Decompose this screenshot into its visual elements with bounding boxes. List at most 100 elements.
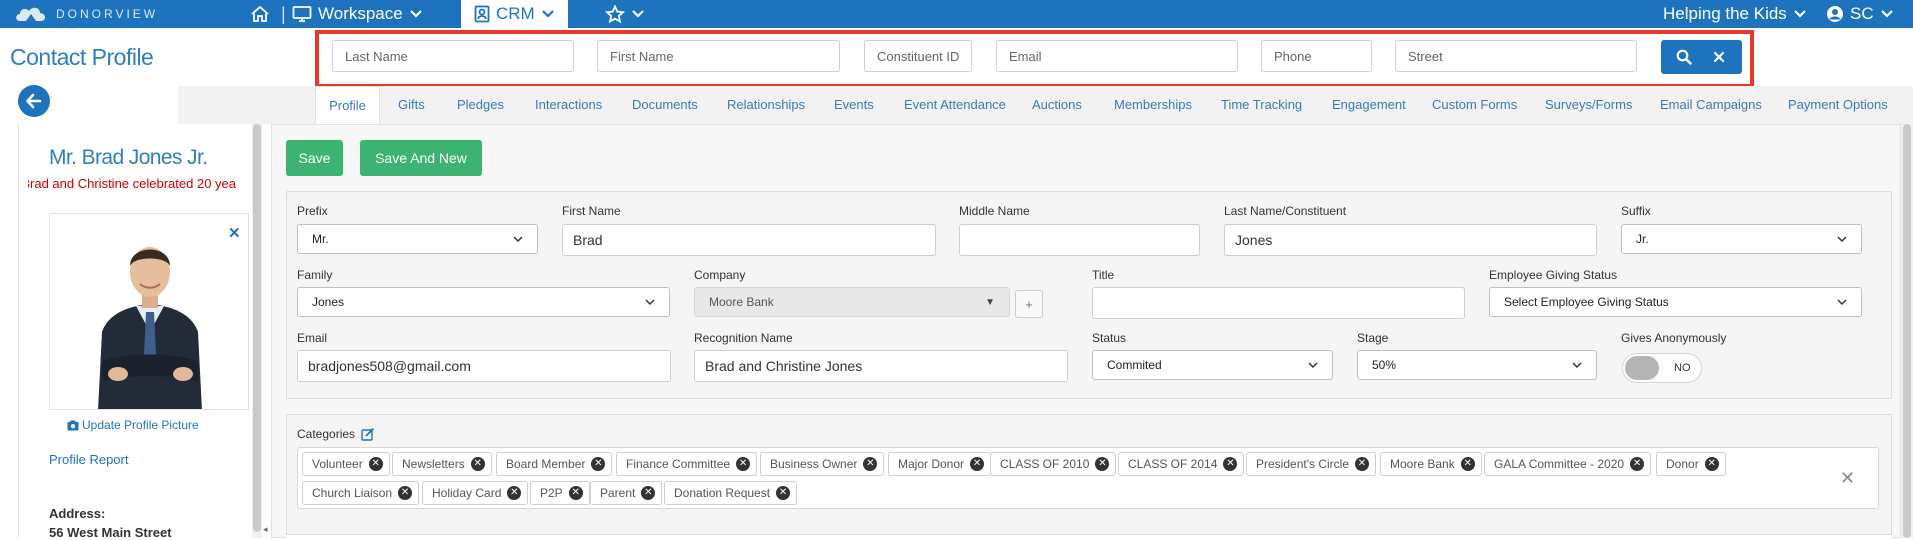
employee-giving-select[interactable]: Select Employee Giving Status: [1489, 287, 1862, 317]
middle-name-field[interactable]: [959, 224, 1200, 256]
organization-name: Helping the Kids: [1663, 4, 1787, 23]
remove-tag-icon[interactable]: ✕: [398, 486, 413, 500]
family-select[interactable]: Jones: [297, 287, 670, 317]
brand-logo[interactable]: DONORVIEW: [14, 5, 158, 23]
tab-surveys-forms[interactable]: Surveys/Forms: [1545, 86, 1632, 124]
add-company-button[interactable]: +: [1015, 290, 1043, 318]
save-button[interactable]: Save: [286, 140, 343, 176]
tag-label: Donation Request: [674, 486, 771, 500]
company-select[interactable]: Moore Bank ▼: [694, 287, 1010, 317]
tag-label: Moore Bank: [1390, 457, 1455, 471]
recognition-name-field[interactable]: Brad and Christine Jones: [694, 350, 1068, 382]
chevron-down-icon: [513, 235, 523, 242]
tab-memberships[interactable]: Memberships: [1114, 86, 1192, 124]
categories-label: Categories: [297, 427, 356, 441]
contact-card-icon: [474, 5, 490, 23]
search-last-name-input[interactable]: [332, 40, 574, 72]
tab-auctions[interactable]: Auctions: [1032, 86, 1082, 124]
tab-email-campaigns[interactable]: Email Campaigns: [1660, 86, 1762, 124]
email-field[interactable]: bradjones508@gmail.com: [297, 350, 671, 382]
next-section-edge: [286, 534, 1892, 538]
remove-photo-icon[interactable]: ✕: [228, 224, 241, 242]
contact-note: Brad and Christine celebrated 20 yea: [28, 176, 236, 191]
tab-pledges[interactable]: Pledges: [457, 86, 504, 124]
tab-relationships[interactable]: Relationships: [727, 86, 805, 124]
chevron-down-icon: [645, 298, 655, 305]
remove-tag-icon[interactable]: ✕: [776, 486, 791, 500]
tab-time-tracking[interactable]: Time Tracking: [1221, 86, 1302, 124]
last-name-label: Last Name/Constituent: [1224, 204, 1347, 218]
tab-event-attendance[interactable]: Event Attendance: [904, 86, 1006, 124]
last-name-field[interactable]: Jones: [1224, 224, 1597, 256]
suffix-select[interactable]: Jr.: [1621, 224, 1862, 254]
tab-custom-forms[interactable]: Custom Forms: [1432, 86, 1517, 124]
top-navbar: DONORVIEW | Workspace CRM Helping the Ki…: [0, 0, 1913, 28]
remove-tag-icon[interactable]: ✕: [1355, 457, 1369, 471]
remove-tag-icon[interactable]: ✕: [1095, 457, 1110, 471]
remove-tag-icon[interactable]: ✕: [507, 486, 522, 500]
brand-name: DONORVIEW: [56, 7, 159, 21]
search-button[interactable]: [1669, 42, 1699, 72]
remove-tag-icon[interactable]: ✕: [568, 486, 583, 500]
search-first-name-input[interactable]: [597, 40, 840, 72]
status-select[interactable]: Commited: [1092, 350, 1333, 380]
stage-select[interactable]: 50%: [1357, 350, 1597, 380]
tag-label: CLASS OF 2010: [1000, 457, 1090, 471]
back-button[interactable]: [18, 85, 50, 117]
prefix-value: Mr.: [312, 232, 329, 246]
gives-anonymously-toggle[interactable]: NO: [1622, 353, 1702, 383]
tab-profile[interactable]: Profile: [315, 86, 380, 124]
search-phone-input[interactable]: [1261, 40, 1372, 72]
search-email-input[interactable]: [996, 40, 1238, 72]
collapse-sidebar-icon[interactable]: ◂: [263, 524, 268, 535]
address-label: Address:: [49, 506, 106, 521]
save-and-new-button[interactable]: Save And New: [360, 140, 482, 176]
update-profile-picture-link[interactable]: Update Profile Picture: [67, 418, 199, 432]
title-field[interactable]: [1092, 287, 1465, 319]
remove-tag-icon[interactable]: ✕: [863, 457, 878, 471]
tag-label: Volunteer: [312, 457, 363, 471]
crm-menu[interactable]: CRM: [461, 0, 568, 28]
remove-tag-icon[interactable]: ✕: [736, 457, 751, 471]
home-button[interactable]: [250, 0, 270, 28]
remove-tag-icon[interactable]: ✕: [1223, 457, 1238, 471]
employee-giving-value: Select Employee Giving Status: [1504, 295, 1669, 309]
clear-search-button[interactable]: [1704, 42, 1734, 72]
category-tag: Donor ✕: [1656, 452, 1726, 476]
search-street-input[interactable]: [1395, 40, 1637, 72]
organization-menu[interactable]: Helping the Kids: [1663, 0, 1807, 28]
tag-label: Parent: [600, 486, 636, 500]
first-name-field[interactable]: Brad: [562, 224, 936, 256]
stage-value: 50%: [1372, 358, 1397, 372]
search-constituent-id-input[interactable]: [864, 40, 972, 72]
tab-documents[interactable]: Documents: [632, 86, 698, 124]
arrow-left-icon: [26, 93, 42, 109]
workspace-menu[interactable]: Workspace: [292, 0, 423, 28]
monitor-icon: [292, 6, 312, 22]
remove-tag-icon[interactable]: ✕: [970, 457, 985, 471]
remove-tag-icon[interactable]: ✕: [641, 486, 656, 500]
user-menu[interactable]: SC: [1826, 0, 1894, 28]
tab-interactions[interactable]: Interactions: [535, 86, 602, 124]
clear-categories-icon[interactable]: ✕: [1840, 468, 1855, 489]
chevron-down-icon: [409, 10, 422, 18]
tab-gifts[interactable]: Gifts: [398, 86, 425, 124]
category-tag: Business Owner ✕: [760, 452, 885, 476]
gives-anonymously-label: Gives Anonymously: [1621, 331, 1727, 345]
remove-tag-icon[interactable]: ✕: [1704, 457, 1719, 471]
tab-engagement[interactable]: Engagement: [1332, 86, 1406, 124]
edit-icon[interactable]: [361, 427, 375, 441]
remove-tag-icon[interactable]: ✕: [1460, 457, 1475, 471]
sidebar-scrollbar-thumb[interactable]: [253, 124, 261, 532]
remove-tag-icon[interactable]: ✕: [591, 457, 606, 471]
tab-events[interactable]: Events: [834, 86, 874, 124]
profile-report-link[interactable]: Profile Report: [49, 452, 128, 467]
prefix-select[interactable]: Mr.: [297, 224, 538, 254]
remove-tag-icon[interactable]: ✕: [470, 457, 485, 471]
tab-payment-options[interactable]: Payment Options: [1788, 86, 1888, 124]
remove-tag-icon[interactable]: ✕: [368, 457, 383, 471]
favorites-menu[interactable]: [605, 0, 645, 28]
first-name-label: First Name: [562, 204, 621, 218]
remove-tag-icon[interactable]: ✕: [1630, 457, 1645, 471]
main-scrollbar-thumb[interactable]: [1903, 124, 1911, 538]
